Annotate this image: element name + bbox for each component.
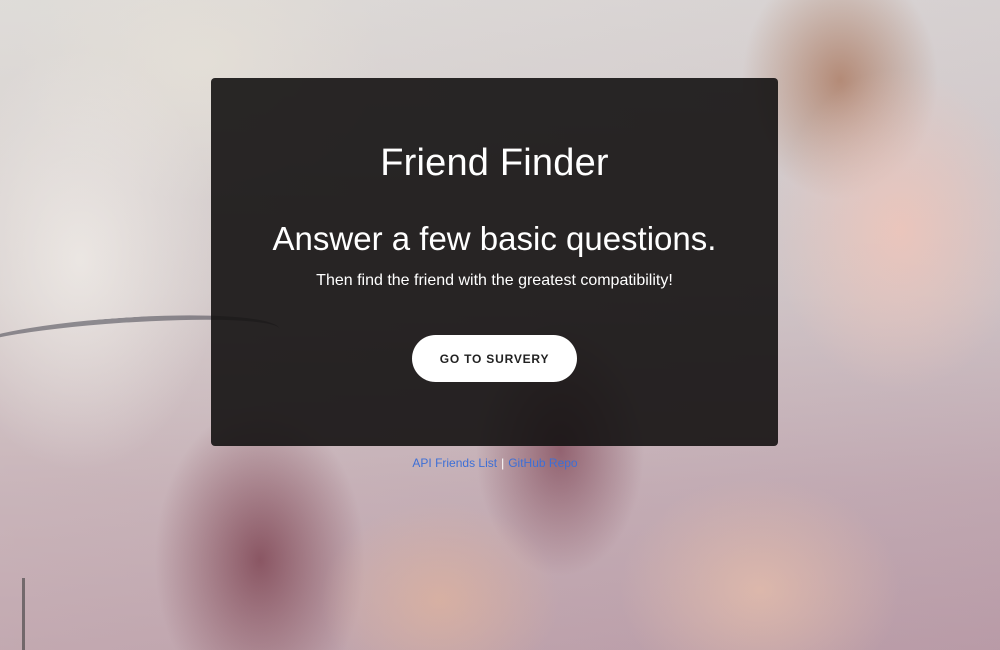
hero-headline: Answer a few basic questions.	[272, 220, 717, 257]
go-to-survey-button[interactable]: GO TO SURVERY	[412, 335, 577, 382]
page: Friend Finder Answer a few basic questio…	[0, 0, 1000, 650]
footer-links: API Friends List | GitHub Repo	[0, 456, 990, 470]
api-friends-link[interactable]: API Friends List	[412, 456, 497, 470]
background-pole	[22, 578, 25, 650]
site-title: Friend Finder	[380, 142, 609, 184]
github-repo-link[interactable]: GitHub Repo	[508, 456, 577, 470]
footer-separator: |	[501, 456, 505, 470]
hero-panel: Friend Finder Answer a few basic questio…	[211, 78, 778, 446]
hero-subtitle: Then find the friend with the greatest c…	[316, 272, 673, 289]
